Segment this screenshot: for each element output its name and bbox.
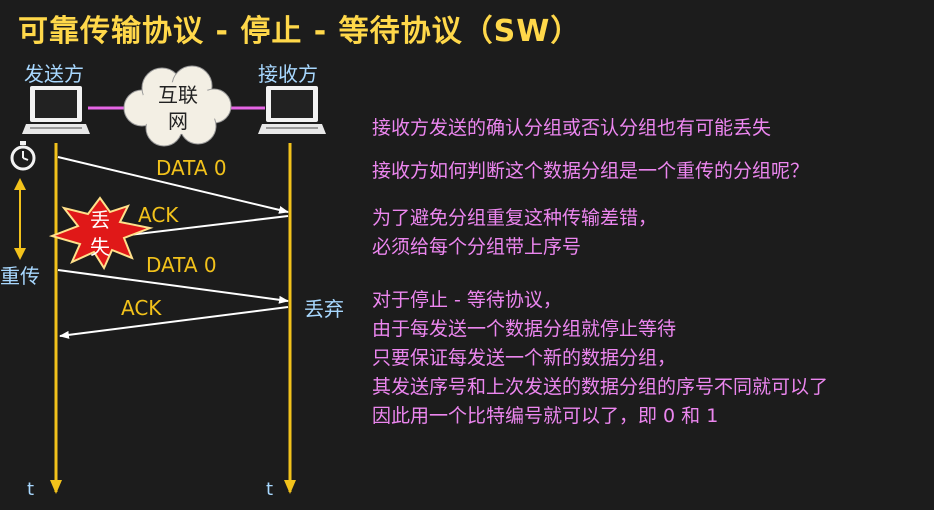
note-question: 接收方如何判断这个数据分组是一个重传的分组呢？ bbox=[372, 157, 809, 186]
note-line: 接收方发送的确认分组或否认分组也有可能丢失 bbox=[372, 117, 772, 139]
loss-label-line2: 失 bbox=[90, 235, 110, 259]
message-label-ack: ACK bbox=[138, 203, 179, 227]
note-ack-loss: 接收方发送的确认分组或否认分组也有可能丢失 bbox=[372, 114, 771, 143]
cloud-label-line2: 网 bbox=[168, 109, 188, 133]
note-line: 为了避免分组重复这种传输差错， bbox=[372, 207, 658, 229]
time-label-receiver: t bbox=[266, 479, 273, 500]
message-label-ack-2: ACK bbox=[121, 296, 162, 320]
note-sequence-number: 为了避免分组重复这种传输差错， 必须给每个分组带上序号 bbox=[372, 204, 657, 262]
laptop-icon bbox=[258, 86, 326, 134]
note-line: 接收方如何判断这个数据分组是一个重传的分组呢？ bbox=[372, 160, 810, 182]
ack-arrow bbox=[59, 306, 289, 339]
time-label-sender: t bbox=[27, 479, 34, 500]
retransmit-label: 重传 bbox=[0, 264, 40, 288]
note-line: 由于每发送一个数据分组就停止等待 bbox=[372, 318, 677, 340]
note-line: 必须给每个分组带上序号 bbox=[372, 236, 582, 258]
loss-label-line1: 丢 bbox=[90, 208, 110, 232]
note-line: 其发送序号和上次发送的数据分组的序号不同就可以了 bbox=[372, 376, 829, 398]
message-label-data0-retransmit: DATA 0 bbox=[146, 253, 217, 277]
stopwatch-icon bbox=[10, 141, 36, 171]
note-stop-and-wait: 对于停止 - 等待协议， 由于每发送一个数据分组就停止等待 只要保证每发送一个新… bbox=[372, 286, 828, 431]
explosion-icon: 丢 失 bbox=[48, 196, 154, 271]
message-label-data0: DATA 0 bbox=[156, 156, 227, 180]
cloud-label-line1: 互联 bbox=[158, 83, 198, 107]
discard-label: 丢弃 bbox=[304, 297, 344, 321]
note-line: 只要保证每发送一个新的数据分组， bbox=[372, 347, 677, 369]
laptop-icon bbox=[22, 86, 90, 134]
note-line: 因此用一个比特编号就可以了，即 0 和 1 bbox=[372, 405, 719, 427]
note-line: 对于停止 - 等待协议， bbox=[372, 289, 562, 311]
cloud-icon: 互联 网 bbox=[123, 65, 232, 147]
